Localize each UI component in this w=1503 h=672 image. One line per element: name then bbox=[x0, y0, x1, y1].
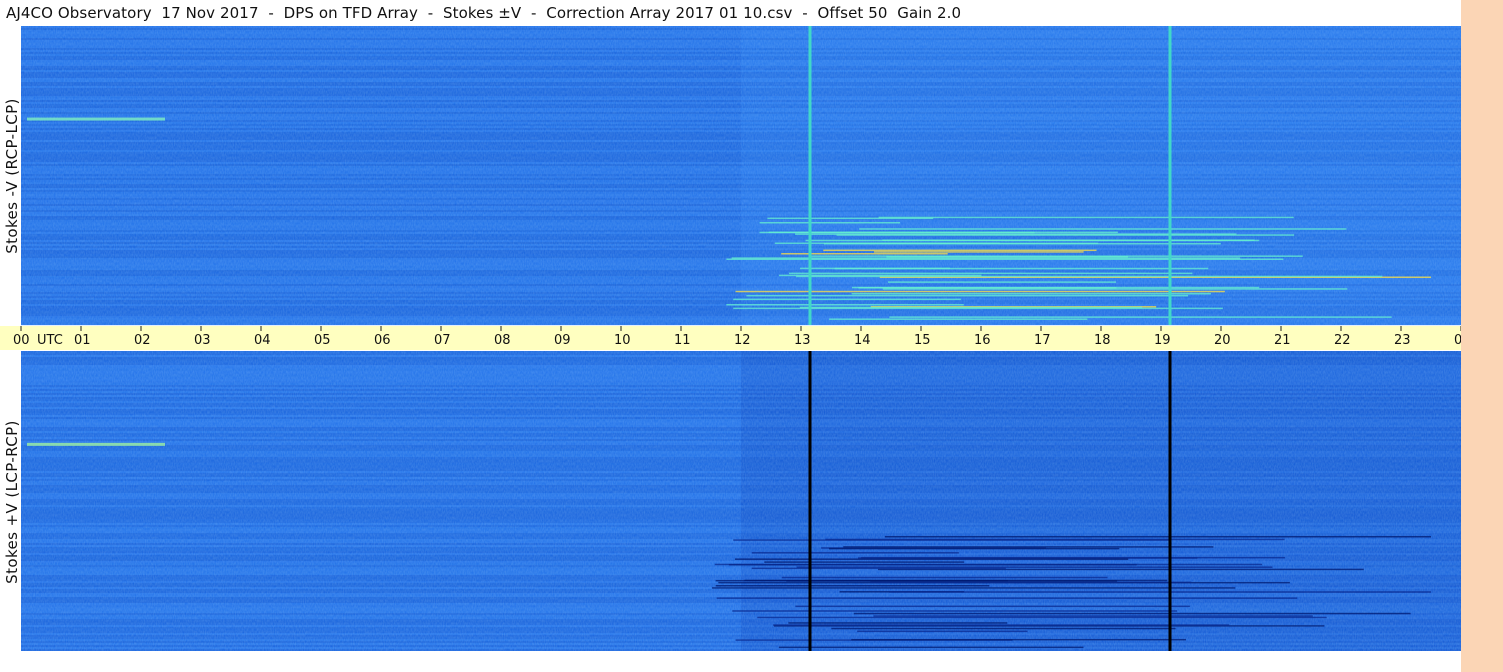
activity-streak bbox=[834, 267, 1209, 270]
x-tick-label: 12 bbox=[734, 333, 751, 348]
activity-streak bbox=[882, 288, 1348, 290]
activity-streak bbox=[788, 622, 1008, 624]
activity-streak bbox=[840, 242, 1099, 245]
activity-streak bbox=[861, 556, 1285, 559]
activity-streak bbox=[878, 216, 1294, 219]
x-tick-label: 19 bbox=[1154, 333, 1171, 348]
activity-streak bbox=[786, 580, 1118, 582]
vertical-marker-line bbox=[808, 351, 812, 651]
x-tick-label: 16 bbox=[974, 333, 991, 348]
activity-streak bbox=[789, 272, 1193, 275]
activity-streak bbox=[853, 612, 1411, 615]
activity-streak bbox=[831, 627, 1176, 630]
x-tick-label: 17 bbox=[1034, 333, 1051, 348]
activity-streak bbox=[714, 563, 1263, 566]
x-tick-label: 10 bbox=[614, 333, 631, 348]
x-tick-label: 08 bbox=[494, 333, 511, 348]
x-tick-label: 00 bbox=[13, 333, 30, 348]
bottom-heatmap-panel bbox=[21, 351, 1461, 651]
activity-streak bbox=[889, 591, 1431, 593]
x-tick-label: 15 bbox=[914, 333, 931, 348]
spectrogram-chart: 1617181920212223242526272829303132161718… bbox=[0, 0, 1503, 672]
burst-27mhz bbox=[27, 117, 165, 121]
activity-streak bbox=[796, 275, 1383, 278]
activity-streak bbox=[781, 253, 948, 255]
x-tick-label: 20 bbox=[1214, 333, 1231, 348]
activity-streak bbox=[751, 552, 959, 554]
activity-streak bbox=[843, 546, 1214, 548]
heatmap-noise bbox=[21, 26, 1461, 325]
burst-27mhz bbox=[27, 442, 165, 446]
x-tick-label: 09 bbox=[554, 333, 571, 348]
x-tick-label: 05 bbox=[314, 333, 331, 348]
x-tick-label: 22 bbox=[1334, 333, 1351, 348]
activity-streak bbox=[889, 316, 1392, 318]
x-tick-label: 04 bbox=[254, 333, 271, 348]
x-tick-label: 14 bbox=[854, 333, 871, 348]
activity-streak bbox=[757, 616, 1327, 619]
activity-streak bbox=[764, 561, 965, 563]
vertical-marker-line bbox=[1168, 26, 1172, 325]
activity-streak bbox=[726, 303, 964, 306]
x-tick-label: 02 bbox=[134, 333, 151, 348]
activity-streak bbox=[825, 538, 1285, 541]
activity-streak bbox=[823, 249, 1097, 252]
x-tick-label: 11 bbox=[674, 333, 691, 348]
x-tick-label: 07 bbox=[434, 333, 451, 348]
activity-streak bbox=[884, 535, 1431, 538]
activity-streak bbox=[734, 558, 1129, 560]
activity-streak bbox=[781, 576, 1108, 579]
x-tick-label: 23 bbox=[1394, 333, 1411, 348]
activity-streak bbox=[773, 624, 1230, 626]
activity-streak bbox=[851, 286, 1260, 289]
activity-streak bbox=[746, 294, 1188, 297]
activity-streak bbox=[778, 646, 1084, 649]
activity-streak bbox=[828, 547, 1120, 550]
x-tick-label: 21 bbox=[1274, 333, 1291, 348]
activity-streak bbox=[888, 281, 1117, 283]
heatmap-noise bbox=[21, 351, 1461, 651]
activity-streak bbox=[857, 630, 1028, 633]
activity-streak bbox=[851, 292, 1211, 295]
x-tick-label: 13 bbox=[794, 333, 811, 348]
activity-streak bbox=[836, 234, 1295, 236]
activity-streak bbox=[715, 584, 990, 587]
vertical-marker-line bbox=[1168, 351, 1172, 651]
top-heatmap-panel bbox=[21, 26, 1461, 326]
x-unit-label: UTC bbox=[37, 333, 63, 348]
activity-streak bbox=[711, 587, 1236, 589]
activity-streak bbox=[810, 255, 1303, 257]
time-axis-strip bbox=[0, 326, 1461, 350]
activity-streak bbox=[851, 638, 1186, 641]
activity-streak bbox=[795, 605, 1190, 608]
vertical-marker-line bbox=[808, 26, 812, 325]
activity-streak bbox=[733, 298, 961, 301]
activity-streak bbox=[859, 228, 1347, 230]
activity-streak bbox=[716, 597, 1298, 599]
activity-streak bbox=[873, 615, 1313, 617]
x-tick-label: 06 bbox=[374, 333, 391, 348]
x-tick-label: 03 bbox=[194, 333, 211, 348]
activity-streak bbox=[731, 257, 1241, 259]
activity-streak bbox=[759, 221, 901, 224]
frequency-axis-strip bbox=[1461, 0, 1503, 672]
x-tick-label: 01 bbox=[74, 333, 91, 348]
activity-streak bbox=[882, 239, 1255, 241]
activity-streak bbox=[829, 318, 1088, 320]
activity-streak bbox=[732, 610, 1178, 612]
activity-streak bbox=[751, 567, 1006, 570]
activity-streak bbox=[759, 231, 1035, 234]
activity-streak bbox=[874, 251, 1084, 253]
x-tick-label: 18 bbox=[1094, 333, 1111, 348]
activity-streak bbox=[870, 581, 1192, 584]
activity-streak bbox=[799, 306, 1143, 309]
